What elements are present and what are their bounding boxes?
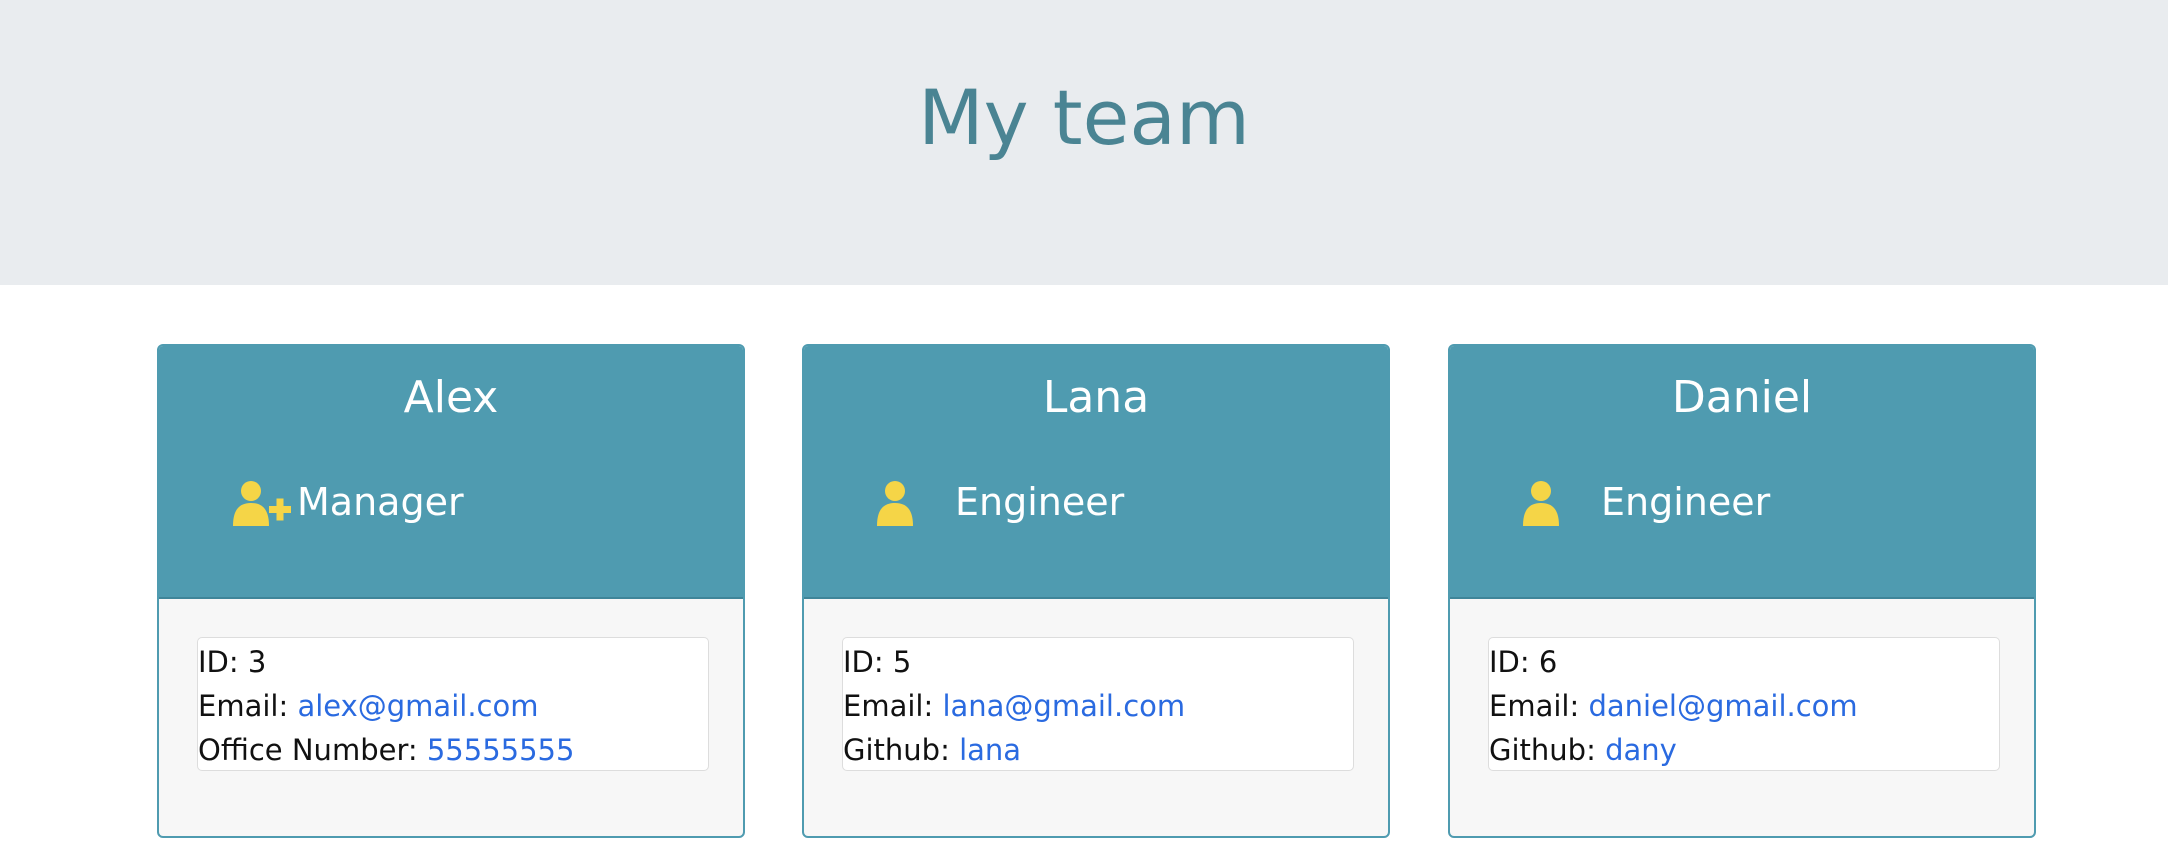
github-item: Github: dany <box>1489 728 1999 772</box>
member-role: Manager <box>159 474 743 534</box>
email-item: Email: lana@gmail.com <box>843 684 1353 728</box>
office-number-item: Office Number: 55555555 <box>198 728 708 772</box>
github-label: Github: <box>843 733 950 767</box>
info-list: ID: 3 Email: alex@gmail.com Office Numbe… <box>197 637 709 771</box>
card-header: Alex Manager <box>159 346 743 599</box>
user-icon <box>877 481 913 526</box>
email-link[interactable]: daniel@gmail.com <box>1588 689 1857 723</box>
id-value: 3 <box>247 645 267 679</box>
email-link[interactable]: alex@gmail.com <box>297 689 538 723</box>
id-value: 5 <box>892 645 912 679</box>
github-link[interactable]: lana <box>959 733 1021 767</box>
info-list: ID: 6 Email: daniel@gmail.com Github: da… <box>1488 637 2000 771</box>
id-label: ID: <box>198 645 239 679</box>
id-item: ID: 5 <box>843 640 1353 684</box>
email-label: Email: <box>198 689 289 723</box>
email-item: Email: daniel@gmail.com <box>1489 684 1999 728</box>
user-icon <box>1523 481 1559 526</box>
card-header: Lana Engineer <box>804 346 1388 599</box>
email-item: Email: alex@gmail.com <box>198 684 708 728</box>
card-body: ID: 3 Email: alex@gmail.com Office Numbe… <box>159 599 743 836</box>
team-member-card: Lana Engineer ID: 5 Email: lana@gmail.co… <box>802 344 1390 838</box>
user-plus-icon <box>233 481 291 526</box>
role-label: Engineer <box>955 480 1125 524</box>
member-name: Lana <box>1042 372 1150 423</box>
office-number-link[interactable]: 55555555 <box>427 733 575 767</box>
email-label: Email: <box>843 689 934 723</box>
page-header: My team <box>0 0 2168 285</box>
id-item: ID: 3 <box>198 640 708 684</box>
github-link[interactable]: dany <box>1605 733 1677 767</box>
member-role: Engineer <box>1450 474 2034 534</box>
office-number-label: Office Number: <box>198 733 418 767</box>
role-label: Engineer <box>1601 480 1771 524</box>
email-label: Email: <box>1489 689 1580 723</box>
role-label: Manager <box>297 480 464 524</box>
github-label: Github: <box>1489 733 1596 767</box>
team-member-card: Daniel Engineer ID: 6 Email: daniel@gmai… <box>1448 344 2036 838</box>
member-name: Daniel <box>1671 372 1813 423</box>
id-label: ID: <box>1489 645 1530 679</box>
card-body: ID: 6 Email: daniel@gmail.com Github: da… <box>1450 599 2034 836</box>
member-role: Engineer <box>804 474 1388 534</box>
id-item: ID: 6 <box>1489 640 1999 684</box>
info-list: ID: 5 Email: lana@gmail.com Github: lana <box>842 637 1354 771</box>
page-title: My team <box>918 73 1250 162</box>
member-name: Alex <box>403 372 499 423</box>
id-label: ID: <box>843 645 884 679</box>
email-link[interactable]: lana@gmail.com <box>942 689 1185 723</box>
id-value: 6 <box>1538 645 1558 679</box>
team-member-card: Alex Manager ID: 3 Email: alex@gmail.com… <box>157 344 745 838</box>
github-item: Github: lana <box>843 728 1353 772</box>
card-body: ID: 5 Email: lana@gmail.com Github: lana <box>804 599 1388 836</box>
card-header: Daniel Engineer <box>1450 346 2034 599</box>
